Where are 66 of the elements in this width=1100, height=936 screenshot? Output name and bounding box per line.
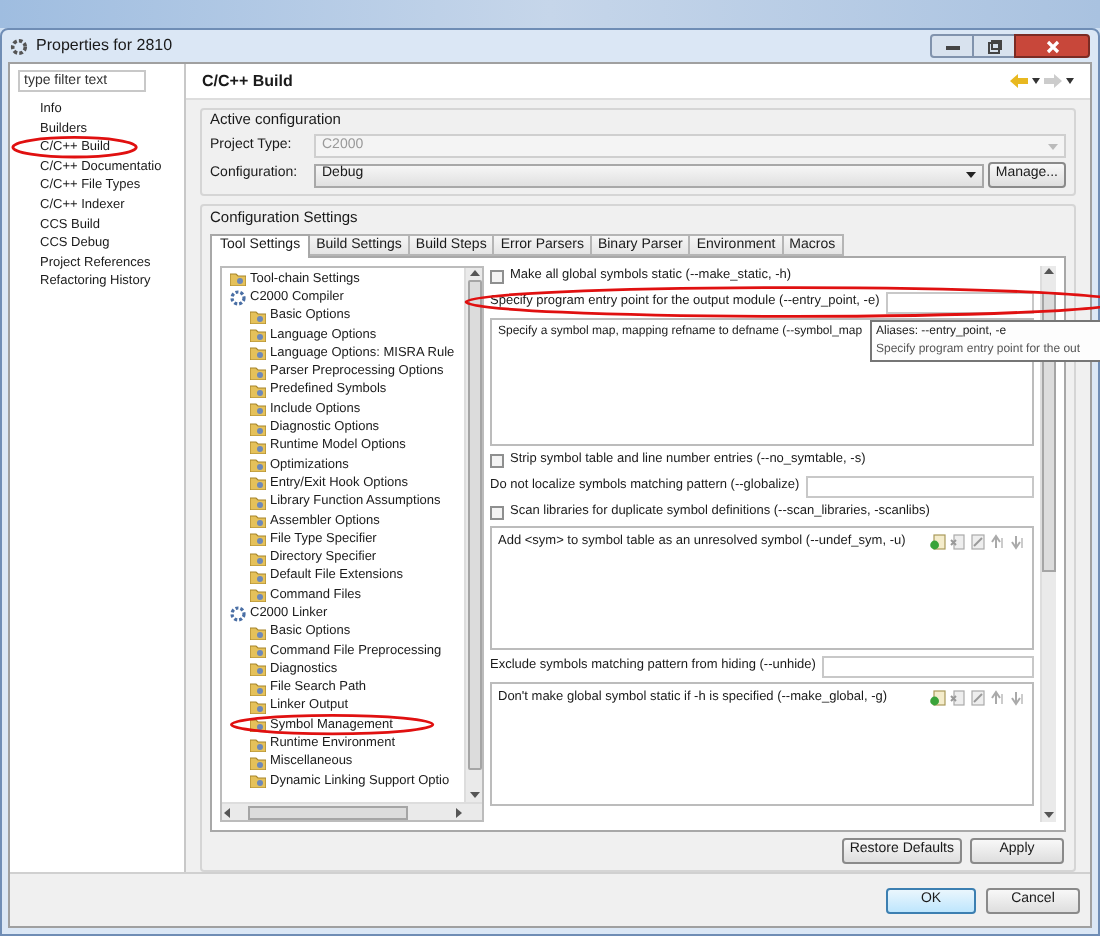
gear-icon xyxy=(230,605,246,622)
vertical-scrollbar[interactable] xyxy=(464,268,482,802)
edit-icon[interactable] xyxy=(970,690,986,706)
folder-icon xyxy=(250,514,266,528)
folder-icon xyxy=(250,644,266,659)
scroll-down-icon[interactable] xyxy=(1044,810,1054,820)
horizontal-scrollbar[interactable] xyxy=(222,802,482,820)
checkbox[interactable] xyxy=(490,269,504,283)
folder-icon xyxy=(230,272,246,287)
input-field[interactable] xyxy=(821,655,1034,677)
vertical-scrollbar[interactable] xyxy=(1040,266,1056,822)
folder-icon xyxy=(250,346,266,361)
page-title: C/C++ Build xyxy=(202,69,293,93)
delete-icon[interactable] xyxy=(950,690,966,706)
input-field[interactable] xyxy=(885,291,1034,313)
folder-icon xyxy=(250,495,266,510)
restore-icon xyxy=(987,39,1001,53)
dropdown-arrow-icon[interactable] xyxy=(1066,78,1074,84)
checkbox[interactable] xyxy=(490,505,504,519)
folder-icon xyxy=(250,755,266,770)
input-field[interactable] xyxy=(805,475,1034,497)
folder-icon xyxy=(250,588,266,603)
scroll-up-icon[interactable] xyxy=(1044,266,1054,276)
add-icon[interactable] xyxy=(930,690,946,706)
dropdown-arrow-icon xyxy=(965,172,976,178)
dropdown-arrow-icon xyxy=(1048,143,1058,149)
folder-icon xyxy=(250,421,266,436)
folder-icon xyxy=(250,439,266,454)
folder-icon xyxy=(250,774,266,789)
scroll-right-icon[interactable] xyxy=(452,807,464,817)
folder-icon xyxy=(250,625,266,640)
folder-icon xyxy=(250,532,266,547)
scroll-left-icon[interactable] xyxy=(222,807,234,817)
folder-icon xyxy=(250,737,266,752)
folder-icon xyxy=(250,458,266,473)
folder-icon xyxy=(250,569,266,584)
folder-icon xyxy=(250,551,266,566)
edit-icon[interactable] xyxy=(970,534,986,550)
minimize-icon xyxy=(945,43,959,49)
checkbox[interactable] xyxy=(490,453,504,467)
dropdown-arrow-icon[interactable] xyxy=(1032,78,1040,84)
move-up-icon[interactable] xyxy=(990,690,1006,706)
folder-icon xyxy=(250,309,266,324)
folder-icon xyxy=(250,662,266,677)
annotation-ellipse xyxy=(12,136,138,160)
move-down-icon[interactable] xyxy=(1010,690,1026,706)
folder-icon xyxy=(250,365,266,380)
folder-icon xyxy=(250,699,266,714)
folder-icon xyxy=(250,681,266,696)
window-title: Properties for 2810 xyxy=(36,34,173,58)
delete-icon[interactable] xyxy=(950,534,966,550)
close-button[interactable] xyxy=(1014,34,1090,58)
folder-icon xyxy=(250,402,266,417)
move-up-icon[interactable] xyxy=(990,534,1006,550)
folder-icon xyxy=(250,476,266,491)
gear-icon xyxy=(10,37,28,55)
close-icon xyxy=(1045,39,1059,53)
move-down-icon[interactable] xyxy=(1010,534,1026,550)
folder-icon xyxy=(250,328,266,343)
minimize-button[interactable] xyxy=(930,34,974,58)
gear-icon xyxy=(230,289,246,306)
add-icon[interactable] xyxy=(930,534,946,550)
restore-button[interactable] xyxy=(974,34,1014,58)
scrollbar-thumb[interactable] xyxy=(467,280,481,770)
folder-icon xyxy=(250,383,266,398)
scrollbar-thumb[interactable] xyxy=(248,805,408,819)
